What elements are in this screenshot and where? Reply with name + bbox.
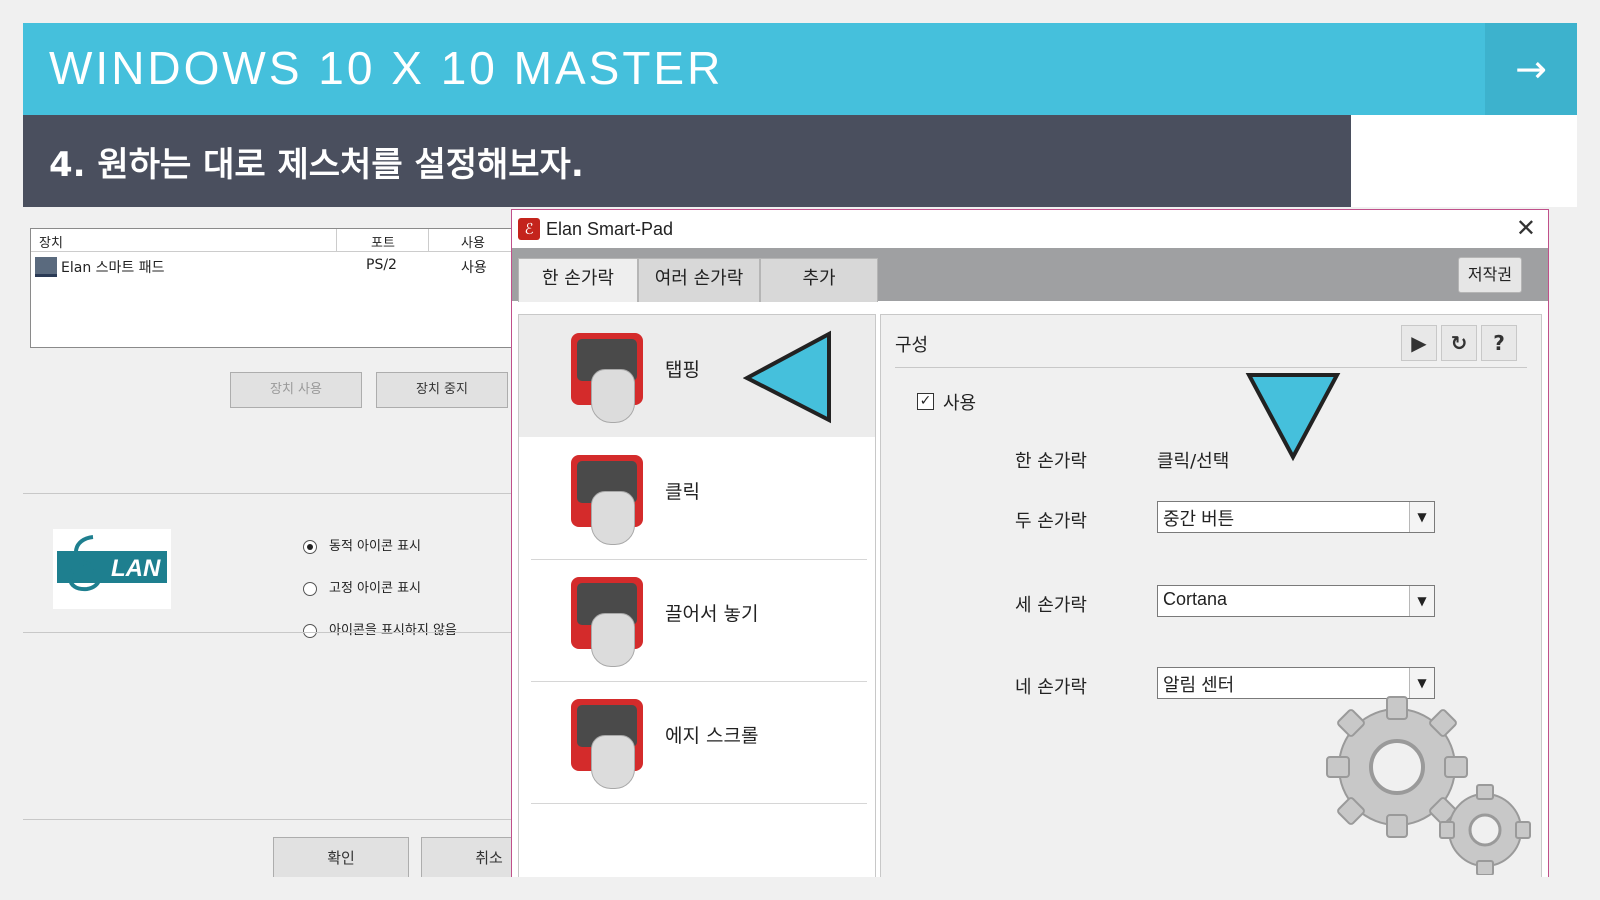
chevron-down-icon[interactable]: ▼	[1409, 502, 1434, 532]
svg-text:LAN: LAN	[111, 555, 161, 582]
slide-title: WINDOWS 10 X 10 MASTER	[49, 42, 724, 94]
tab-multi-finger[interactable]: 여러 손가락	[638, 258, 760, 302]
four-finger-label: 네 손가락	[1015, 677, 1087, 698]
device-table-header: 장치 포트 사용	[31, 229, 524, 252]
chevron-down-icon[interactable]: ▼	[1409, 668, 1434, 698]
device-settings-dialog: 장치 포트 사용 Elan 스마트 패드 PS/2 사용 장치 사용 장치 중지…	[23, 207, 557, 877]
tapping-icon	[571, 333, 643, 423]
gesture-label: 끌어서 놓기	[665, 603, 759, 625]
list-item-drag-drop[interactable]: 끌어서 놓기	[519, 559, 875, 681]
click-icon	[571, 455, 643, 545]
close-icon[interactable]: ✕	[1516, 214, 1536, 242]
copyright-button[interactable]: 저작권	[1458, 257, 1522, 293]
slide-subtitle: 4. 원하는 대로 제스처를 설정해보자.	[49, 145, 584, 185]
next-arrow-icon[interactable]: →	[1485, 23, 1577, 115]
subtitle-bar: 4. 원하는 대로 제스처를 설정해보자.	[23, 115, 1351, 207]
divider	[895, 367, 1527, 368]
play-icon[interactable]: ▶	[1401, 325, 1437, 361]
pointer-down-arrow-icon	[1245, 373, 1341, 462]
radio-no-icon[interactable]: 아이콘을 표시하지 않음	[303, 619, 457, 638]
enable-device-button[interactable]: 장치 사용	[230, 372, 362, 408]
slide: WINDOWS 10 X 10 MASTER → 4. 원하는 대로 제스처를 …	[23, 23, 1577, 877]
enable-checkbox[interactable]: ✓	[917, 393, 934, 410]
three-finger-select[interactable]: Cortana ▼	[1157, 585, 1435, 617]
tab-strip: 한 손가락 여러 손가락 추가 저작권	[512, 248, 1548, 302]
one-finger-value: 클릭/선택	[1157, 451, 1230, 472]
three-finger-label: 세 손가락	[1015, 595, 1087, 616]
device-status: 사용	[461, 260, 487, 276]
header-banner: WINDOWS 10 X 10 MASTER →	[23, 23, 1577, 115]
radio-static-icon[interactable]: 고정 아이콘 표시	[303, 577, 421, 596]
window-title: Elan Smart-Pad	[546, 219, 674, 239]
pointer-left-arrow-icon	[743, 330, 831, 424]
col-device[interactable]: 장치	[39, 232, 63, 251]
divider	[23, 493, 523, 494]
radio-dynamic-icon[interactable]: 동적 아이콘 표시	[303, 535, 421, 554]
refresh-icon[interactable]: ↻	[1441, 325, 1477, 361]
disable-device-button[interactable]: 장치 중지	[376, 372, 508, 408]
two-finger-label: 두 손가락	[1015, 511, 1087, 532]
window-titlebar: ℰ Elan Smart-Pad ✕	[512, 210, 1548, 248]
edge-scroll-icon	[571, 699, 643, 789]
ok-button[interactable]: 확인	[273, 837, 409, 877]
radio-button[interactable]	[303, 539, 317, 554]
tab-one-finger[interactable]: 한 손가락	[518, 258, 638, 302]
enable-label: 사용	[943, 393, 977, 414]
one-finger-label: 한 손가락	[1015, 451, 1087, 472]
radio-button[interactable]	[303, 623, 317, 638]
device-name: Elan 스마트 패드	[61, 260, 165, 276]
smartpad-window: ℰ Elan Smart-Pad ✕ 한 손가락 여러 손가락 추가 저작권 탭…	[511, 209, 1549, 877]
col-port[interactable]: 포트	[371, 232, 395, 251]
gesture-label: 에지 스크롤	[665, 725, 759, 747]
chevron-down-icon[interactable]: ▼	[1409, 586, 1434, 616]
config-panel: 구성 ▶ ↻ ? ✓ 사용 한 손가락 클릭/선택 두 손가락 중간 버튼 ▼ …	[880, 314, 1542, 877]
gesture-label: 탭핑	[665, 359, 700, 381]
drag-drop-icon	[571, 577, 643, 667]
radio-button[interactable]	[303, 581, 317, 596]
device-port: PS/2	[366, 257, 397, 273]
tab-extra[interactable]: 추가	[760, 258, 878, 302]
list-item-edge-scroll[interactable]: 에지 스크롤	[519, 681, 875, 803]
subtitle-corner	[1351, 115, 1577, 207]
help-icon[interactable]: ?	[1481, 325, 1517, 361]
table-row[interactable]: Elan 스마트 패드 PS/2 사용	[31, 255, 524, 277]
gear-icon	[1326, 696, 1531, 875]
elan-app-icon: ℰ	[518, 218, 540, 240]
elan-logo: LAN	[53, 529, 171, 609]
col-status[interactable]: 사용	[461, 232, 485, 251]
touchpad-device-icon	[35, 257, 57, 277]
config-heading: 구성	[895, 335, 929, 356]
divider	[23, 819, 523, 820]
divider	[531, 803, 867, 804]
device-table: 장치 포트 사용 Elan 스마트 패드 PS/2 사용	[30, 228, 525, 348]
elan-logo-icon: LAN	[57, 535, 167, 592]
list-item-click[interactable]: 클릭	[519, 437, 875, 559]
two-finger-select[interactable]: 중간 버튼 ▼	[1157, 501, 1435, 533]
gesture-label: 클릭	[665, 481, 700, 503]
divider	[23, 632, 523, 633]
